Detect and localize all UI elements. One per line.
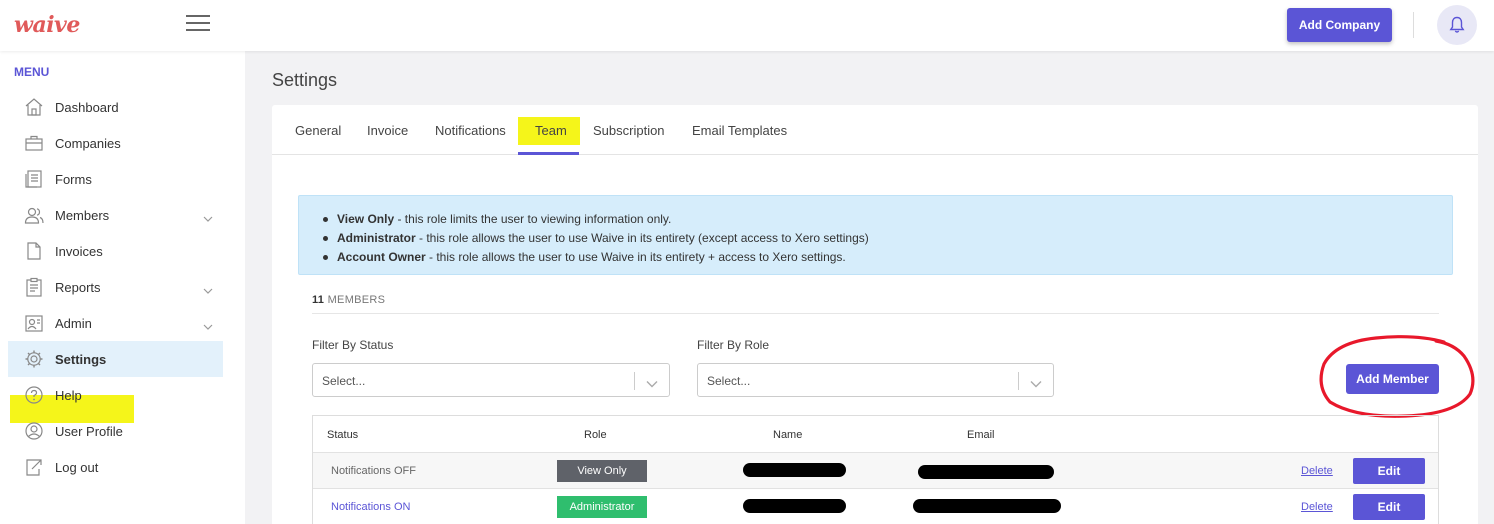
role-info-item: View Only - this role limits the user to… <box>323 210 869 229</box>
logout-icon <box>24 457 44 477</box>
edit-button[interactable]: Edit <box>1353 458 1425 484</box>
tab-invoice[interactable]: Invoice <box>367 123 408 138</box>
members-table: Status Role Name Email Notifications OFF… <box>312 415 1439 524</box>
sidebar-item-reports[interactable]: Reports <box>8 269 223 305</box>
topbar-divider <box>1413 12 1414 38</box>
sidebar-item-invoices[interactable]: Invoices <box>8 233 223 269</box>
sidebar-item-members[interactable]: Members <box>8 197 223 233</box>
page-title: Settings <box>272 70 338 90</box>
tab-subscription[interactable]: Subscription <box>593 123 665 138</box>
active-tab-indicator <box>518 152 579 155</box>
role-info-item: Administrator - this role allows the use… <box>323 229 869 248</box>
tab-team[interactable]: Team <box>535 123 567 138</box>
sidebar-item-companies[interactable]: Companies <box>8 125 223 161</box>
chevron-down-icon <box>203 209 213 227</box>
sidebar-item-label: Invoices <box>55 243 103 259</box>
sidebar-item-label: Reports <box>55 279 101 295</box>
chevron-down-icon <box>203 281 213 299</box>
column-header-name: Name <box>773 429 803 441</box>
home-icon <box>24 97 44 117</box>
redacted-name <box>743 463 846 477</box>
sidebar-item-log-out[interactable]: Log out <box>8 449 223 485</box>
members-count: 11 MEMBERS <box>312 294 386 306</box>
column-header-status: Status <box>327 429 359 441</box>
table-row: Notifications OFF View Only Delete Edit <box>313 452 1438 488</box>
annotation-circle <box>1319 335 1475 418</box>
clipboard-icon <box>24 277 44 297</box>
tab-general[interactable]: General <box>295 123 341 138</box>
notification-status: Notifications OFF <box>331 465 416 477</box>
filter-status-label: Filter By Status <box>312 338 394 352</box>
chevron-down-icon <box>1030 375 1042 393</box>
divider <box>312 313 1439 314</box>
help-icon <box>24 385 44 405</box>
notification-status[interactable]: Notifications ON <box>331 501 410 513</box>
tab-email-templates[interactable]: Email Templates <box>692 123 787 138</box>
sidebar-item-settings[interactable]: Settings <box>8 341 223 377</box>
filter-status-select[interactable]: Select... <box>312 363 670 397</box>
sidebar-item-dashboard[interactable]: Dashboard <box>8 89 223 125</box>
sidebar-item-admin[interactable]: Admin <box>8 305 223 341</box>
redacted-email <box>918 465 1054 479</box>
sidebar: MENU Dashboard Companies Forms Members I… <box>0 51 245 524</box>
delete-link[interactable]: Delete <box>1301 501 1333 513</box>
redacted-email <box>913 499 1061 513</box>
notification-bell-icon[interactable] <box>1437 5 1477 45</box>
sidebar-item-help[interactable]: Help <box>8 377 223 413</box>
document-icon <box>24 241 44 261</box>
sidebar-item-label: Log out <box>55 459 99 475</box>
waive-logo[interactable]: waive <box>14 12 80 38</box>
sidebar-item-user-profile[interactable]: User Profile <box>8 413 223 449</box>
sidebar-item-label: Settings <box>55 351 107 367</box>
sidebar-item-label: Companies <box>55 135 121 151</box>
tab-notifications[interactable]: Notifications <box>435 123 506 138</box>
sidebar-item-label: Help <box>55 387 82 403</box>
gear-icon <box>24 349 44 369</box>
forms-icon <box>24 169 44 189</box>
add-company-button[interactable]: Add Company <box>1287 8 1392 42</box>
chevron-down-icon <box>203 317 213 335</box>
role-badge: Administrator <box>557 496 647 518</box>
column-header-email: Email <box>967 429 995 441</box>
filter-role-label: Filter By Role <box>697 338 770 352</box>
sidebar-item-label: Dashboard <box>55 99 119 115</box>
edit-button[interactable]: Edit <box>1353 494 1425 520</box>
sidebar-item-forms[interactable]: Forms <box>8 161 223 197</box>
chevron-down-icon <box>646 375 658 393</box>
settings-tabs: General Invoice Notifications Team Subsc… <box>272 105 1478 155</box>
sidebar-item-label: Members <box>55 207 110 223</box>
redacted-name <box>743 499 846 513</box>
hamburger-menu-icon[interactable] <box>186 15 210 33</box>
sidebar-item-label: User Profile <box>55 423 123 439</box>
briefcase-icon <box>24 133 44 153</box>
user-icon <box>24 421 44 441</box>
users-icon <box>24 205 44 225</box>
table-row: Notifications ON Administrator Delete Ed… <box>313 488 1438 524</box>
filter-role-select[interactable]: Select... <box>697 363 1054 397</box>
top-bar: waive Add Company <box>0 0 1494 51</box>
role-badge: View Only <box>557 460 647 482</box>
role-info-item: Account Owner - this role allows the use… <box>323 248 869 267</box>
delete-link[interactable]: Delete <box>1301 465 1333 477</box>
select-placeholder: Select... <box>322 374 366 388</box>
role-info-box: View Only - this role limits the user to… <box>298 195 1453 275</box>
select-placeholder: Select... <box>707 374 751 388</box>
sidebar-item-label: Forms <box>55 171 92 187</box>
admin-icon <box>24 313 44 333</box>
column-header-role: Role <box>584 429 607 441</box>
sidebar-item-label: Admin <box>55 315 92 331</box>
menu-title: MENU <box>14 65 50 79</box>
settings-card: General Invoice Notifications Team Subsc… <box>272 105 1478 524</box>
